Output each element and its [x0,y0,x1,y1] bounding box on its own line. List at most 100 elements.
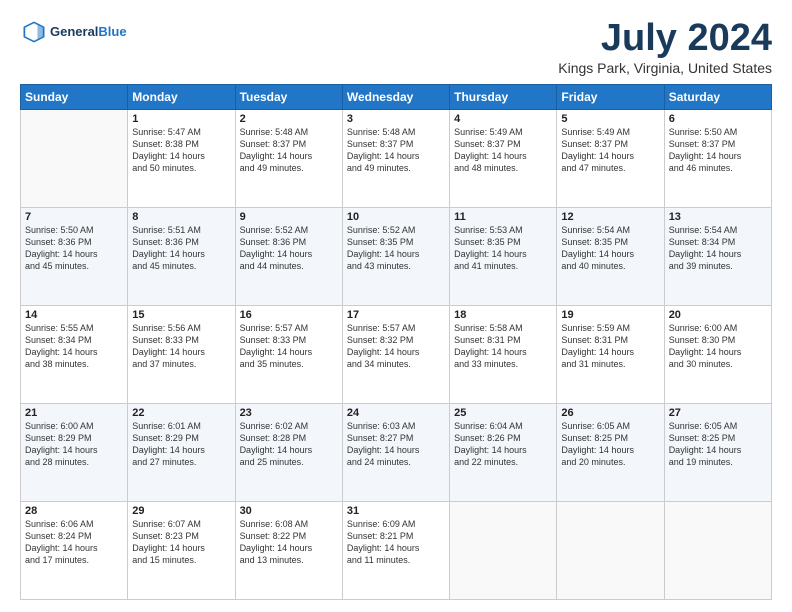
calendar-cell: 22Sunrise: 6:01 AM Sunset: 8:29 PM Dayli… [128,403,235,501]
day-number: 21 [25,407,123,419]
calendar-cell: 29Sunrise: 6:07 AM Sunset: 8:23 PM Dayli… [128,501,235,599]
calendar-cell: 21Sunrise: 6:00 AM Sunset: 8:29 PM Dayli… [21,403,128,501]
calendar-cell: 30Sunrise: 6:08 AM Sunset: 8:22 PM Dayli… [235,501,342,599]
calendar-cell: 1Sunrise: 5:47 AM Sunset: 8:38 PM Daylig… [128,109,235,207]
calendar-cell: 13Sunrise: 5:54 AM Sunset: 8:34 PM Dayli… [664,207,771,305]
calendar-week-3: 14Sunrise: 5:55 AM Sunset: 8:34 PM Dayli… [21,305,772,403]
calendar-cell: 19Sunrise: 5:59 AM Sunset: 8:31 PM Dayli… [557,305,664,403]
page: GeneralBlue July 2024 Kings Park, Virgin… [0,0,792,612]
day-number: 31 [347,505,445,517]
cell-info: Sunrise: 5:50 AM Sunset: 8:36 PM Dayligh… [25,224,123,273]
day-number: 5 [561,113,659,125]
calendar-cell: 16Sunrise: 5:57 AM Sunset: 8:33 PM Dayli… [235,305,342,403]
day-number: 24 [347,407,445,419]
day-number: 2 [240,113,338,125]
calendar-cell: 2Sunrise: 5:48 AM Sunset: 8:37 PM Daylig… [235,109,342,207]
cell-info: Sunrise: 6:02 AM Sunset: 8:28 PM Dayligh… [240,420,338,469]
header: GeneralBlue July 2024 Kings Park, Virgin… [20,18,772,76]
day-number: 25 [454,407,552,419]
day-number: 1 [132,113,230,125]
day-number: 15 [132,309,230,321]
header-thursday: Thursday [450,84,557,109]
day-number: 26 [561,407,659,419]
cell-info: Sunrise: 6:08 AM Sunset: 8:22 PM Dayligh… [240,518,338,567]
calendar-cell: 8Sunrise: 5:51 AM Sunset: 8:36 PM Daylig… [128,207,235,305]
day-number: 17 [347,309,445,321]
calendar-week-4: 21Sunrise: 6:00 AM Sunset: 8:29 PM Dayli… [21,403,772,501]
cell-info: Sunrise: 6:00 AM Sunset: 8:29 PM Dayligh… [25,420,123,469]
cell-info: Sunrise: 5:49 AM Sunset: 8:37 PM Dayligh… [454,126,552,175]
logo-line1: GeneralBlue [50,24,127,40]
logo: GeneralBlue [20,18,127,46]
cell-info: Sunrise: 5:50 AM Sunset: 8:37 PM Dayligh… [669,126,767,175]
cell-info: Sunrise: 5:47 AM Sunset: 8:38 PM Dayligh… [132,126,230,175]
calendar-cell: 12Sunrise: 5:54 AM Sunset: 8:35 PM Dayli… [557,207,664,305]
day-number: 20 [669,309,767,321]
cell-info: Sunrise: 5:48 AM Sunset: 8:37 PM Dayligh… [347,126,445,175]
day-number: 12 [561,211,659,223]
calendar-week-1: 1Sunrise: 5:47 AM Sunset: 8:38 PM Daylig… [21,109,772,207]
calendar-cell: 6Sunrise: 5:50 AM Sunset: 8:37 PM Daylig… [664,109,771,207]
header-tuesday: Tuesday [235,84,342,109]
cell-info: Sunrise: 6:03 AM Sunset: 8:27 PM Dayligh… [347,420,445,469]
day-number: 23 [240,407,338,419]
month-title: July 2024 [558,18,772,60]
title-block: July 2024 Kings Park, Virginia, United S… [558,18,772,76]
calendar-header-row: SundayMondayTuesdayWednesdayThursdayFrid… [21,84,772,109]
day-number: 8 [132,211,230,223]
calendar-cell: 3Sunrise: 5:48 AM Sunset: 8:37 PM Daylig… [342,109,449,207]
day-number: 16 [240,309,338,321]
calendar-week-2: 7Sunrise: 5:50 AM Sunset: 8:36 PM Daylig… [21,207,772,305]
cell-info: Sunrise: 6:04 AM Sunset: 8:26 PM Dayligh… [454,420,552,469]
day-number: 27 [669,407,767,419]
calendar-cell: 7Sunrise: 5:50 AM Sunset: 8:36 PM Daylig… [21,207,128,305]
header-sunday: Sunday [21,84,128,109]
cell-info: Sunrise: 6:05 AM Sunset: 8:25 PM Dayligh… [669,420,767,469]
calendar-table: SundayMondayTuesdayWednesdayThursdayFrid… [20,84,772,600]
cell-info: Sunrise: 6:07 AM Sunset: 8:23 PM Dayligh… [132,518,230,567]
calendar-cell: 14Sunrise: 5:55 AM Sunset: 8:34 PM Dayli… [21,305,128,403]
location: Kings Park, Virginia, United States [558,60,772,76]
calendar-cell: 27Sunrise: 6:05 AM Sunset: 8:25 PM Dayli… [664,403,771,501]
cell-info: Sunrise: 5:54 AM Sunset: 8:35 PM Dayligh… [561,224,659,273]
cell-info: Sunrise: 5:57 AM Sunset: 8:33 PM Dayligh… [240,322,338,371]
calendar-cell: 9Sunrise: 5:52 AM Sunset: 8:36 PM Daylig… [235,207,342,305]
calendar-cell: 31Sunrise: 6:09 AM Sunset: 8:21 PM Dayli… [342,501,449,599]
day-number: 22 [132,407,230,419]
calendar-cell [557,501,664,599]
day-number: 10 [347,211,445,223]
calendar-week-5: 28Sunrise: 6:06 AM Sunset: 8:24 PM Dayli… [21,501,772,599]
day-number: 13 [669,211,767,223]
header-wednesday: Wednesday [342,84,449,109]
cell-info: Sunrise: 5:56 AM Sunset: 8:33 PM Dayligh… [132,322,230,371]
calendar-cell: 5Sunrise: 5:49 AM Sunset: 8:37 PM Daylig… [557,109,664,207]
logo-icon [20,18,48,46]
calendar-cell: 15Sunrise: 5:56 AM Sunset: 8:33 PM Dayli… [128,305,235,403]
day-number: 7 [25,211,123,223]
day-number: 19 [561,309,659,321]
day-number: 4 [454,113,552,125]
calendar-cell: 18Sunrise: 5:58 AM Sunset: 8:31 PM Dayli… [450,305,557,403]
cell-info: Sunrise: 5:57 AM Sunset: 8:32 PM Dayligh… [347,322,445,371]
cell-info: Sunrise: 6:09 AM Sunset: 8:21 PM Dayligh… [347,518,445,567]
cell-info: Sunrise: 5:49 AM Sunset: 8:37 PM Dayligh… [561,126,659,175]
calendar-cell [664,501,771,599]
day-number: 11 [454,211,552,223]
cell-info: Sunrise: 5:48 AM Sunset: 8:37 PM Dayligh… [240,126,338,175]
header-monday: Monday [128,84,235,109]
cell-info: Sunrise: 6:05 AM Sunset: 8:25 PM Dayligh… [561,420,659,469]
calendar-cell: 28Sunrise: 6:06 AM Sunset: 8:24 PM Dayli… [21,501,128,599]
calendar-cell: 26Sunrise: 6:05 AM Sunset: 8:25 PM Dayli… [557,403,664,501]
day-number: 30 [240,505,338,517]
day-number: 29 [132,505,230,517]
cell-info: Sunrise: 5:54 AM Sunset: 8:34 PM Dayligh… [669,224,767,273]
calendar-cell [21,109,128,207]
day-number: 14 [25,309,123,321]
calendar-cell: 23Sunrise: 6:02 AM Sunset: 8:28 PM Dayli… [235,403,342,501]
cell-info: Sunrise: 6:01 AM Sunset: 8:29 PM Dayligh… [132,420,230,469]
cell-info: Sunrise: 5:51 AM Sunset: 8:36 PM Dayligh… [132,224,230,273]
calendar-cell: 10Sunrise: 5:52 AM Sunset: 8:35 PM Dayli… [342,207,449,305]
calendar-cell: 17Sunrise: 5:57 AM Sunset: 8:32 PM Dayli… [342,305,449,403]
cell-info: Sunrise: 5:59 AM Sunset: 8:31 PM Dayligh… [561,322,659,371]
cell-info: Sunrise: 5:58 AM Sunset: 8:31 PM Dayligh… [454,322,552,371]
